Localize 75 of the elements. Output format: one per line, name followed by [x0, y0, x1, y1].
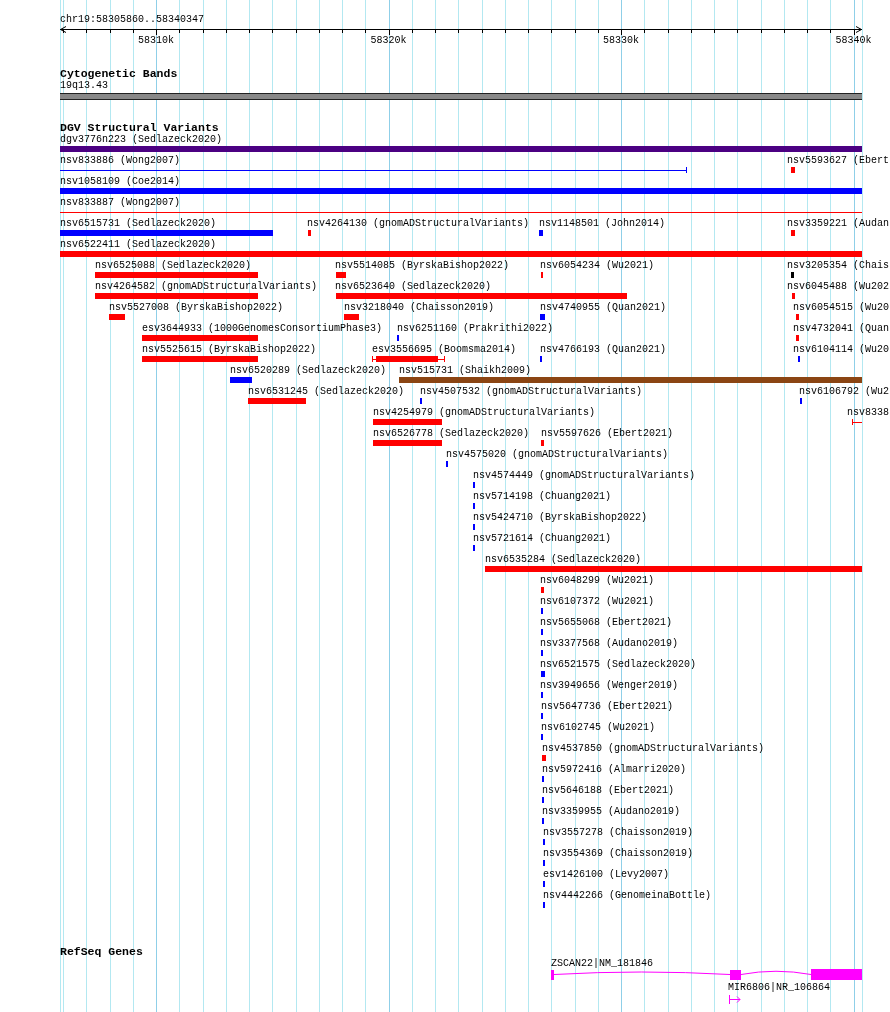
variant-label: nsv5721614 (Chuang2021)	[473, 533, 612, 544]
ruler-tick-label: 58340k	[835, 35, 872, 46]
variant-label: nsv5525615 (ByrskaBishop2022)	[142, 344, 317, 355]
variant-label: nsv4766193 (Quan2021)	[540, 344, 667, 355]
variant-label: nsv5972416 (Almarri2020)	[542, 764, 687, 775]
track-title: Cytogenetic Bands	[60, 67, 178, 80]
variant-label: nsv3218040 (Chaisson2019)	[344, 302, 495, 313]
variant-label: nsv3554369 (Chaisson2019)	[543, 848, 694, 859]
variant-label: nsv3557278 (Chaisson2019)	[543, 827, 694, 838]
variant-label: nsv8338	[847, 407, 889, 418]
variant-label: nsv6520289 (Sedlazeck2020)	[230, 365, 387, 376]
variant-bar[interactable]	[372, 356, 445, 362]
variant-label: nsv4740955 (Quan2021)	[540, 302, 667, 313]
track-title: DGV Structural Variants	[60, 121, 219, 134]
variant-label: nsv5597626 (Ebert2021)	[541, 428, 674, 439]
band-label: 19q13.43	[60, 80, 108, 91]
variant-label: nsv4254979 (gnomADStructuralVariants)	[373, 407, 596, 418]
variant-label: nsv6521575 (Sedlazeck2020)	[540, 659, 697, 670]
variant-label: nsv515731 (Shaikh2009)	[399, 365, 532, 376]
gene-label: ZSCAN22|NM_181846	[551, 958, 654, 969]
variant-label: nsv5424710 (ByrskaBishop2022)	[473, 512, 648, 523]
variant-label: esv3556695 (Boomsma2014)	[372, 344, 517, 355]
variant-label: nsv4264582 (gnomADStructuralVariants)	[95, 281, 318, 292]
variant-label: nsv4442266 (GenomeinaBottle)	[543, 890, 712, 901]
variant-label: nsv4537850 (gnomADStructuralVariants)	[542, 743, 765, 754]
variant-label: nsv6251160 (Prakrithi2022)	[397, 323, 554, 334]
variant-label: nsv833887 (Wong2007)	[60, 197, 181, 208]
variant-label: nsv6048299 (Wu2021)	[540, 575, 655, 586]
variant-label: nsv6525088 (Sedlazeck2020)	[95, 260, 252, 271]
variant-label: nsv6045488 (Wu202	[787, 281, 890, 292]
variant-label: nsv5646188 (Ebert2021)	[542, 785, 675, 796]
variant-label: esv1426100 (Levy2007)	[543, 869, 670, 880]
variant-label: nsv6515731 (Sedlazeck2020)	[60, 218, 217, 229]
variant-label: nsv4732041 (Quan	[793, 323, 889, 334]
variant-label: nsv3359221 (Audan	[787, 218, 890, 229]
variant-label: nsv1148501 (John2014)	[539, 218, 666, 229]
variant-label: nsv3377568 (Audano2019)	[540, 638, 679, 649]
variant-label: nsv1058109 (Coe2014)	[60, 176, 181, 187]
gene-label: MIR6806|NR_106864	[728, 982, 831, 993]
variant-label: nsv5655068 (Ebert2021)	[540, 617, 673, 628]
ruler-tick-label: 58330k	[603, 35, 639, 46]
variant-label: esv3644933 (1000GenomesConsortiumPhase3)	[142, 323, 383, 334]
variant-label: nsv4507532 (gnomADStructuralVariants)	[420, 386, 643, 397]
variant-line[interactable]	[852, 419, 862, 425]
variant-label: nsv5514085 (ByrskaBishop2022)	[335, 260, 510, 271]
variant-label: nsv3359955 (Audano2019)	[542, 806, 681, 817]
variant-label: nsv4574449 (gnomADStructuralVariants)	[473, 470, 696, 481]
variant-label: nsv5714198 (Chuang2021)	[473, 491, 612, 502]
variant-label: nsv5527008 (ByrskaBishop2022)	[109, 302, 284, 313]
variant-label: nsv6104114 (Wu20	[793, 344, 889, 355]
ruler-tick-label: 58320k	[370, 35, 407, 46]
variant-label: nsv6054515 (Wu20	[793, 302, 889, 313]
variant-label: nsv6054234 (Wu2021)	[540, 260, 655, 271]
variant-label: nsv3949656 (Wenger2019)	[540, 680, 679, 691]
variant-label: nsv5647736 (Ebert2021)	[541, 701, 674, 712]
variant-label: dgv3776n223 (Sedlazeck2020)	[60, 134, 223, 145]
variant-label: nsv6535284 (Sedlazeck2020)	[485, 554, 642, 565]
location-label: chr19:58305860..58340347	[60, 14, 205, 25]
gene-arrow-icon[interactable]	[729, 994, 741, 1005]
variant-label: nsv6526778 (Sedlazeck2020)	[373, 428, 530, 439]
variant-label: nsv6522411 (Sedlazeck2020)	[60, 239, 217, 250]
variant-label: nsv6102745 (Wu2021)	[541, 722, 656, 733]
variant-label: nsv6106792 (Wu2	[799, 386, 889, 397]
variant-label: nsv4264130 (gnomADStructuralVariants)	[307, 218, 530, 229]
variant-label: nsv6531245 (Sedlazeck2020)	[248, 386, 405, 397]
variant-line[interactable]	[60, 167, 687, 173]
variant-label: nsv833886 (Wong2007)	[60, 155, 181, 166]
variant-label: nsv6107372 (Wu2021)	[540, 596, 655, 607]
variant-label: nsv4575020 (gnomADStructuralVariants)	[446, 449, 669, 460]
ruler-tick-label: 58310k	[138, 35, 174, 46]
variant-label: nsv6523640 (Sedlazeck2020)	[335, 281, 492, 292]
variant-label: nsv3205354 (Chais	[787, 260, 890, 271]
track-title: RefSeq Genes	[60, 945, 143, 958]
variant-label: nsv5593627 (Ebert	[787, 155, 890, 166]
gene-model[interactable]	[551, 969, 862, 980]
